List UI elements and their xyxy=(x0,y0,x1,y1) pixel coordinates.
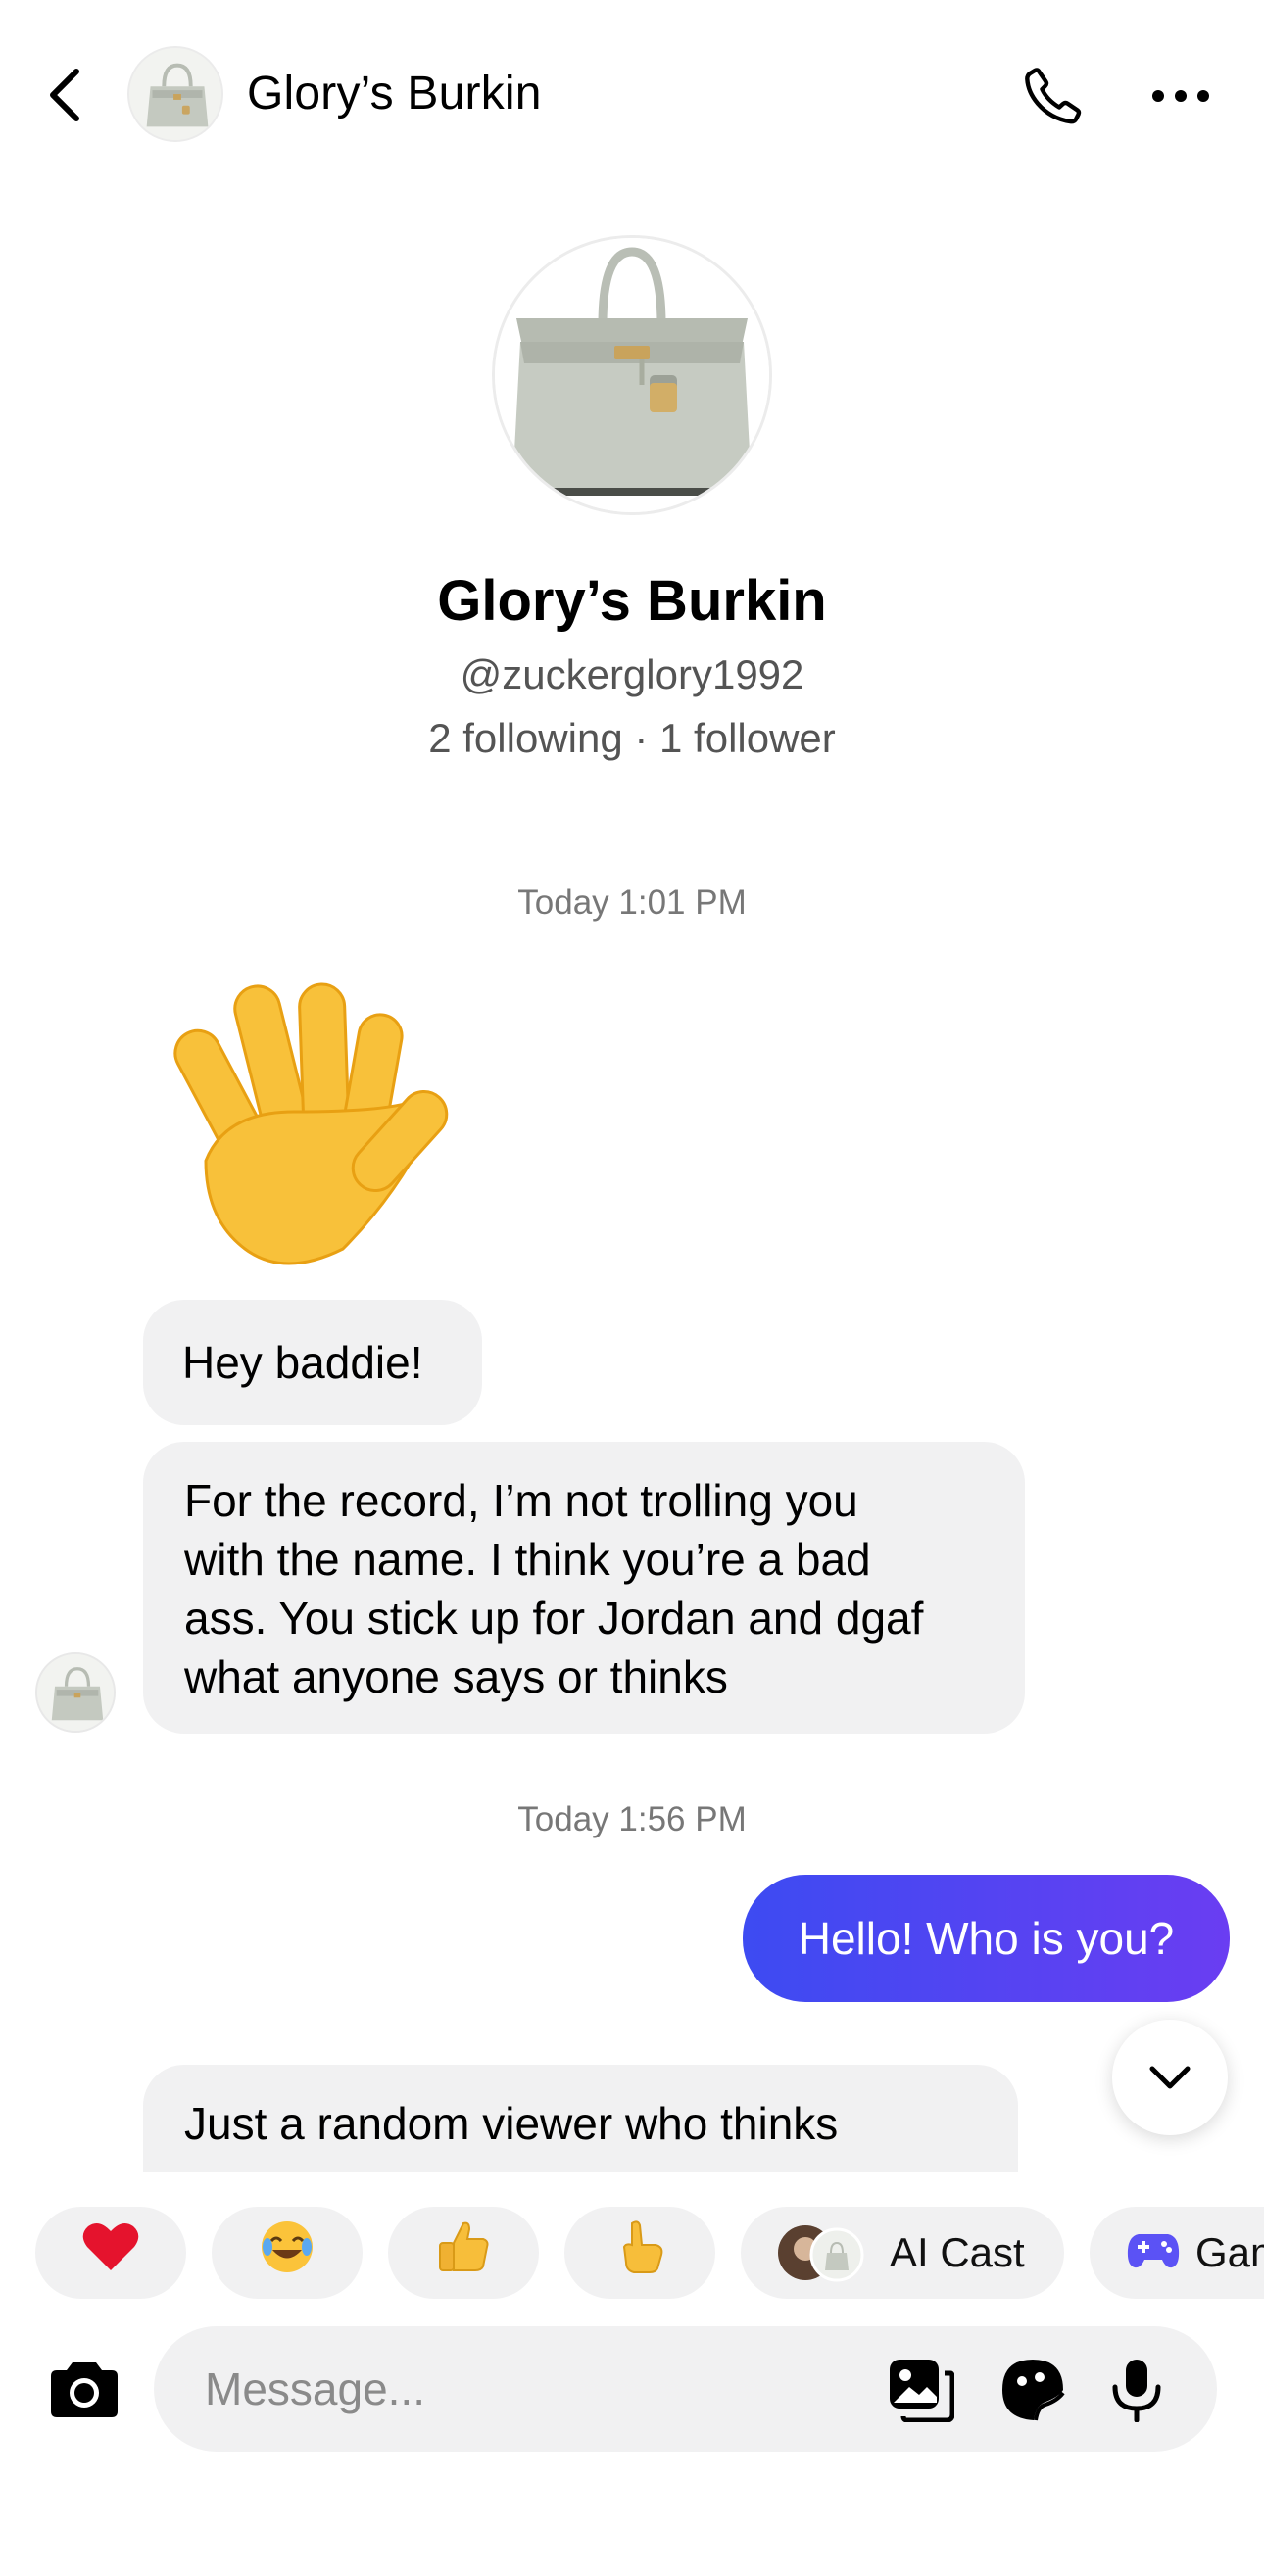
handbag-icon xyxy=(495,238,769,512)
quick-reply-laughing[interactable] xyxy=(212,2207,363,2299)
sticker-button[interactable] xyxy=(998,2356,1067,2424)
phone-icon xyxy=(1025,68,1082,124)
message-input[interactable] xyxy=(205,2326,812,2452)
sender-avatar[interactable] xyxy=(35,1652,116,1733)
message-composer xyxy=(154,2326,1217,2452)
quick-reply-ai-cast[interactable]: AI Cast xyxy=(741,2207,1064,2299)
quick-reply-games[interactable]: Gam xyxy=(1090,2207,1264,2299)
message-clip: Just a random viewer who thinks xyxy=(0,2057,1264,2172)
sticker-icon xyxy=(1002,2360,1065,2421)
message-line: with the name. I think you’re a bad xyxy=(184,1534,871,1585)
message-line: ass. You stick up for Jordan and dgaf xyxy=(184,1593,924,1644)
quick-reply-bar: AI Cast Gam xyxy=(0,2172,1264,2329)
more-options-button[interactable] xyxy=(1146,57,1215,135)
incoming-message[interactable]: Hey baddie! xyxy=(143,1300,482,1425)
camera-button[interactable] xyxy=(45,2355,123,2423)
laughing-icon xyxy=(258,2218,316,2289)
incoming-message[interactable]: For the record, I’m not trolling you wit… xyxy=(143,1442,1025,1734)
quick-reply-heart[interactable] xyxy=(35,2207,186,2299)
ai-cast-label: AI Cast xyxy=(890,2229,1025,2275)
chevron-left-icon xyxy=(50,69,79,121)
chat-header: Glory’s Burkin xyxy=(0,0,1264,191)
incoming-message[interactable]: Just a random viewer who thinks xyxy=(143,2065,1018,2172)
header-title[interactable]: Glory’s Burkin xyxy=(247,67,542,120)
waving-hand-sticker[interactable] xyxy=(147,965,461,1278)
message-line: Just a random viewer who thinks xyxy=(184,2098,839,2149)
call-button[interactable] xyxy=(1014,57,1093,135)
profile-handle: @zuckerglory1992 xyxy=(460,651,804,697)
timestamp: Today 1:01 PM xyxy=(517,883,747,922)
scroll-to-bottom-button[interactable] xyxy=(1112,2020,1228,2135)
pointing-icon xyxy=(610,2218,669,2289)
more-dots-icon xyxy=(1152,90,1209,102)
chevron-down-icon xyxy=(1149,2066,1191,2089)
gallery-button[interactable] xyxy=(887,2356,955,2424)
camera-icon xyxy=(51,2362,118,2417)
header-avatar[interactable] xyxy=(127,46,223,142)
waving-hand-emoji xyxy=(173,982,449,1265)
microphone-button[interactable] xyxy=(1102,2356,1171,2424)
gallery-icon xyxy=(890,2360,954,2422)
profile-avatar[interactable] xyxy=(492,235,772,515)
message-line: For the record, I’m not trolling you xyxy=(184,1475,858,1526)
profile-stats: 2 following · 1 follower xyxy=(428,715,836,761)
thumbs-up-icon xyxy=(434,2218,493,2289)
game-controller-icon xyxy=(1127,2223,1180,2282)
profile-name: Glory’s Burkin xyxy=(437,569,827,633)
outgoing-message[interactable]: Hello! Who is you? xyxy=(743,1875,1230,2002)
quick-reply-pointing[interactable] xyxy=(564,2207,715,2299)
quick-reply-thumbs-up[interactable] xyxy=(388,2207,539,2299)
games-label: Gam xyxy=(1195,2229,1264,2275)
microphone-icon xyxy=(1112,2360,1161,2422)
handbag-icon xyxy=(129,48,221,140)
message-line: what anyone says or thinks xyxy=(184,1651,728,1702)
ai-cast-avatars xyxy=(776,2223,874,2282)
timestamp: Today 1:56 PM xyxy=(517,1800,747,1838)
message-text: Hello! Who is you? xyxy=(798,1913,1175,1964)
heart-icon xyxy=(82,2221,139,2285)
handbag-icon xyxy=(37,1654,114,1731)
back-button[interactable] xyxy=(39,61,90,129)
message-text: Hey baddie! xyxy=(182,1337,423,1388)
